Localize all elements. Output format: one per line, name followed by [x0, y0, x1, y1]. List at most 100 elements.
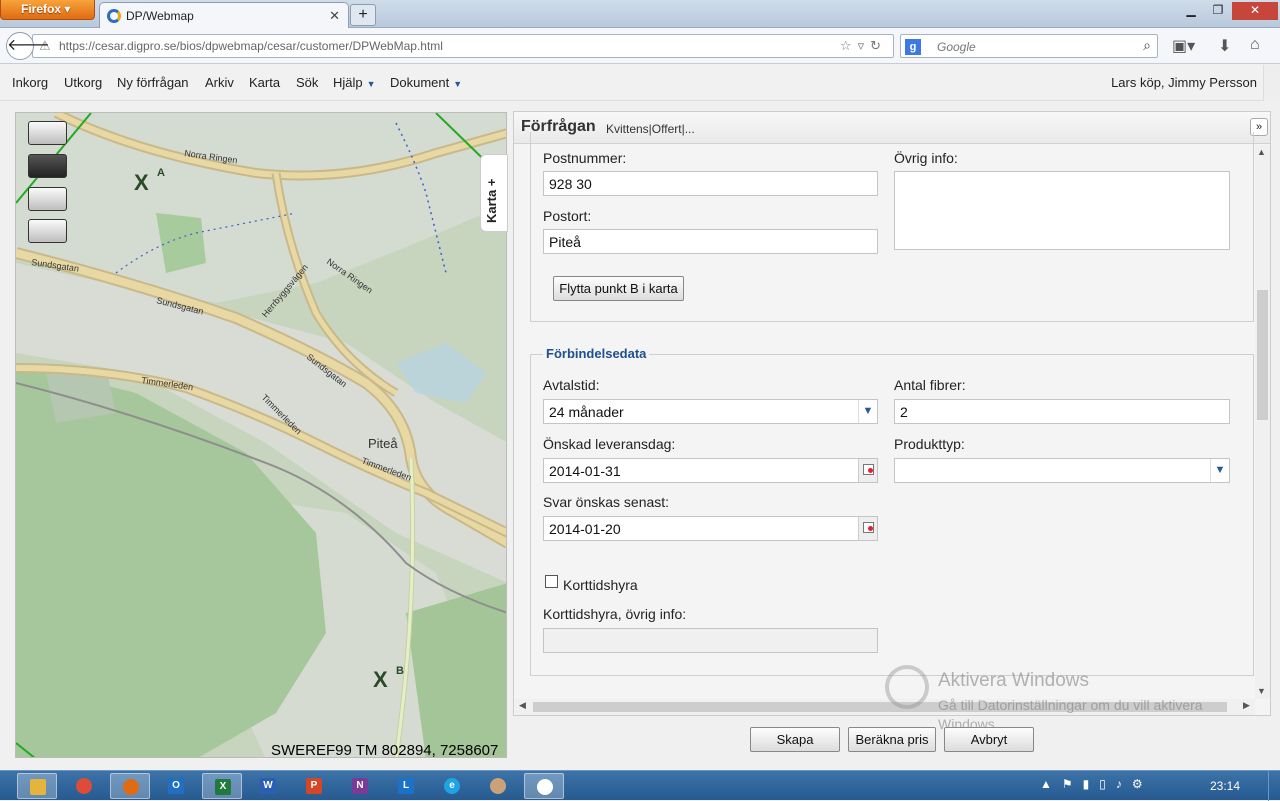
taskbar-firefox[interactable] — [110, 773, 150, 799]
chrome-icon — [76, 778, 92, 794]
chevron-down-icon: ▼ — [453, 79, 463, 89]
korttidshyra-checkbox[interactable] — [545, 575, 558, 588]
taskbar-explorer[interactable] — [17, 773, 57, 799]
lync-icon: L — [398, 778, 414, 794]
leveransdag-field[interactable]: 2014-01-31 — [543, 458, 878, 483]
map-marker-a-icon: X — [134, 170, 149, 195]
print-tool-icon[interactable] — [28, 219, 67, 243]
panel-vertical-scrollbar[interactable]: ▲ ▼ — [1255, 145, 1270, 699]
calendar-icon[interactable] — [858, 517, 877, 540]
map-marker-b-icon: X — [373, 667, 388, 692]
app-menubar: Inkorg Utkorg Ny förfrågan Arkiv Karta S… — [0, 65, 1280, 101]
scroll-thumb[interactable] — [1257, 290, 1268, 420]
svar-senast-value: 2014-01-20 — [549, 521, 621, 537]
minimize-window-button[interactable]: ▁ — [1178, 2, 1204, 20]
dpwebmap-icon — [537, 779, 553, 795]
leveransdag-value: 2014-01-31 — [549, 463, 621, 479]
move-point-b-button[interactable]: Flytta punkt B i karta — [553, 276, 684, 301]
produkttyp-select[interactable]: ▼ — [894, 458, 1230, 483]
menu-hjalp[interactable]: Hjälp ▼ — [333, 75, 376, 90]
taskbar-chrome[interactable] — [64, 773, 104, 799]
taskbar-excel[interactable]: X — [202, 773, 242, 799]
ovrig-info-textarea[interactable] — [894, 171, 1230, 250]
menu-hjalp-label: Hjälp — [333, 75, 363, 90]
taskbar-onenote[interactable]: N — [340, 773, 380, 799]
chevron-down-icon[interactable]: ▼ — [858, 400, 877, 423]
taskbar-outlook[interactable]: O — [156, 773, 196, 799]
scroll-up-icon[interactable]: ▲ — [1257, 147, 1266, 157]
close-window-button[interactable]: ✕ — [1232, 2, 1278, 20]
avtalstid-select[interactable]: 24 månader ▼ — [543, 399, 878, 424]
postort-field[interactable]: Piteå — [543, 229, 878, 254]
calendar-icon[interactable] — [858, 459, 877, 482]
close-tab-icon[interactable]: ✕ — [329, 8, 340, 24]
home-icon[interactable]: ⌂ — [1250, 36, 1260, 54]
user-name[interactable]: Lars köp, Jimmy Persson — [1111, 75, 1257, 90]
korttidshyra-label[interactable]: Korttidshyra — [563, 577, 638, 593]
postort-label: Postort: — [543, 208, 592, 224]
postnummer-label: Postnummer: — [543, 150, 627, 166]
calculate-price-button[interactable]: Beräkna pris — [848, 727, 936, 752]
firefox-menu-button[interactable]: Firefox ▾ — [0, 0, 95, 20]
taskbar-powerpoint[interactable]: P — [294, 773, 334, 799]
leveransdag-label: Önskad leveransdag: — [543, 436, 676, 452]
menu-karta[interactable]: Karta — [249, 75, 280, 90]
tab-title: DP/Webmap — [126, 9, 194, 23]
system-tray-icons[interactable]: ▲⚑▮▯♪⚙ — [1040, 777, 1153, 791]
new-tab-button[interactable]: + — [350, 4, 376, 26]
menu-dokument[interactable]: Dokument ▼ — [390, 75, 462, 90]
taskbar-word[interactable]: W — [248, 773, 288, 799]
zoom-box-tool-icon[interactable] — [28, 121, 67, 145]
taskbar-clock[interactable]: 23:14 — [1210, 779, 1240, 793]
bookmarks-icon[interactable]: ▣▾ — [1172, 36, 1195, 56]
address-bar[interactable]: ⚠ https://cesar.digpro.se/bios/dpwebmap/… — [32, 34, 894, 58]
url-text[interactable]: https://cesar.digpro.se/bios/dpwebmap/ce… — [59, 39, 443, 53]
taskbar-ie[interactable]: e — [432, 773, 472, 799]
menu-inkorg[interactable]: Inkorg — [12, 75, 48, 90]
eraser-tool-icon[interactable] — [28, 187, 67, 211]
windows-taskbar: O X W P N L e ▲⚑▮▯♪⚙ 23:14 — [0, 770, 1280, 801]
postnummer-field[interactable]: 928 30 — [543, 171, 878, 196]
svar-senast-label: Svar önskas senast: — [543, 494, 670, 510]
map-expand-tab[interactable]: Karta + — [480, 154, 508, 232]
map-canvas[interactable]: Norra Ringen Sundsgatan Sundsgatan Herrb… — [16, 113, 507, 758]
search-icon[interactable]: ⌕ — [1143, 37, 1151, 54]
firefox-menu-label: Firefox — [21, 2, 62, 16]
key-icon — [885, 665, 929, 709]
connection-legend: Förbindelsedata — [543, 346, 650, 361]
taskbar-lync[interactable]: L — [386, 773, 426, 799]
menu-ny-forfragan[interactable]: Ny förfrågan — [117, 75, 189, 90]
scroll-left-icon[interactable]: ◀ — [519, 700, 526, 711]
map-view[interactable]: Norra Ringen Sundsgatan Sundsgatan Herrb… — [15, 112, 507, 758]
map-label-pitea: Piteå — [368, 436, 398, 451]
outlook-icon: O — [168, 778, 184, 794]
show-desktop-button[interactable] — [1268, 771, 1280, 801]
menu-utkorg[interactable]: Utkorg — [64, 75, 102, 90]
antal-fibrer-field[interactable]: 2 — [894, 399, 1230, 424]
folder-icon — [30, 779, 46, 795]
page-scrollbar[interactable] — [1263, 65, 1280, 101]
menu-arkiv[interactable]: Arkiv — [205, 75, 234, 90]
create-button[interactable]: Skapa — [750, 727, 840, 752]
taskbar-paint[interactable] — [478, 773, 518, 799]
browser-nav-bar: ⚠ https://cesar.digpro.se/bios/dpwebmap/… — [0, 28, 1280, 64]
svar-senast-field[interactable]: 2014-01-20 — [543, 516, 878, 541]
request-panel: Förfrågan Kvittens|Offert|... » Postnumm… — [513, 111, 1271, 716]
produkttyp-label: Produkttyp: — [894, 436, 965, 452]
downloads-icon[interactable]: ⬇ — [1218, 36, 1231, 56]
taskbar-dpwebmap[interactable] — [524, 773, 564, 799]
avtalstid-label: Avtalstid: — [543, 377, 600, 393]
browser-tab[interactable]: DP/Webmap ✕ — [99, 2, 349, 28]
site-favicon-icon — [107, 9, 121, 23]
restore-window-button[interactable]: ❐ — [1205, 2, 1231, 20]
chevron-down-icon[interactable]: ▼ — [1210, 459, 1229, 482]
map-coordinates: SWEREF99 TM 802894, 7258607 — [271, 742, 499, 758]
google-icon[interactable]: g — [905, 39, 921, 55]
menu-sok[interactable]: Sök — [296, 75, 318, 90]
cancel-button[interactable]: Avbryt — [944, 727, 1034, 752]
back-button[interactable]: 🡐 — [6, 32, 50, 60]
bookmark-star-icon[interactable]: ☆▿↻ — [840, 38, 887, 54]
search-bar[interactable]: g Google ⌕ — [900, 34, 1158, 58]
pan-tool-icon[interactable] — [28, 154, 67, 178]
onenote-icon: N — [352, 778, 368, 794]
